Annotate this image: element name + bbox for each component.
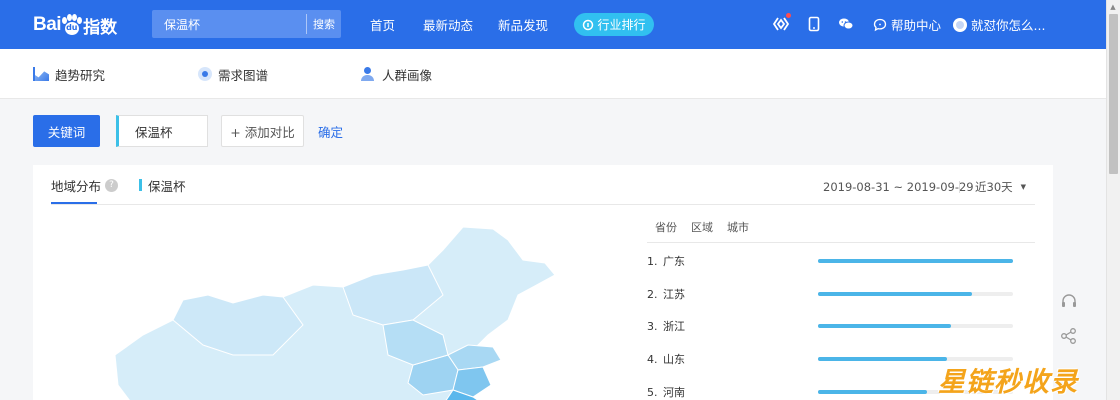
baidu-paw-icon: du [62,14,83,36]
sub-navigation: 趋势研究 需求图谱 人群画像 [0,49,1106,99]
help-question-icon[interactable]: ? [105,178,119,192]
series-legend: 保温杯 [139,165,186,205]
notification-dot [786,13,791,18]
logo-text-bai: Bai [33,14,62,35]
tab-region-distribution[interactable]: 地域分布 ? [51,165,119,205]
people-icon [360,67,376,81]
period-select[interactable]: 近30天 ▼ [975,165,1026,209]
rank-province: 浙江 [663,320,685,333]
share-icon[interactable] [1060,327,1078,345]
subnav-trend-label: 趋势研究 [55,67,106,83]
region-distribution-card: 地域分布 ? 保温杯 2019-08-31 ~ 2019-09-29 近30天 … [33,165,1053,400]
subnav-crowd-portrait[interactable]: 人群画像 [360,49,432,99]
customer-service-icon[interactable] [1060,293,1078,311]
nav-latest-news[interactable]: 最新动态 [423,0,473,49]
tab-area[interactable]: 区域 [691,219,713,235]
rank-bar-track [818,324,1013,328]
watermark-text: 星链秒收录 [938,367,1078,398]
rank-index: 5. [647,385,658,399]
rank-province: 山东 [663,353,685,366]
scroll-up-arrow-icon[interactable]: ▲ [1106,0,1120,14]
rank-bar-track [818,259,1013,263]
series-color-mark [139,179,142,191]
list-item[interactable]: 2. 江苏 [647,284,1035,304]
series-label: 保温杯 [148,178,186,194]
nav-home[interactable]: 首页 [370,0,395,49]
list-item[interactable]: 1. 广东 [647,251,1035,271]
help-center-label: 帮助中心 [891,18,942,33]
rank-bar-fill [818,292,973,296]
demand-graph-icon [198,67,212,81]
user-name: 就怼你怎么... [971,18,1046,33]
search-box[interactable]: 保温杯 搜索 [152,10,341,38]
ranking-icon [583,19,594,30]
help-center-link[interactable]: 帮助中心 [873,0,941,49]
mobile-icon[interactable] [806,16,822,32]
trend-chart-icon [33,67,49,81]
keyword-button[interactable]: 关键词 [33,115,100,147]
industry-ranking-button[interactable]: 行业排行 [574,13,654,36]
rank-province: 广东 [663,255,685,268]
rank-index: 2. [647,287,658,301]
date-divider [959,181,960,193]
avatar [953,17,967,32]
rank-index: 4. [647,352,658,366]
subnav-trend-research[interactable]: 趋势研究 [33,49,105,99]
scrollbar-thumb[interactable] [1109,14,1118,174]
date-range[interactable]: 2019-08-31 ~ 2019-09-29 [823,165,974,209]
tab-city[interactable]: 城市 [727,219,749,235]
logo-text-index: 指数 [83,17,118,38]
search-button[interactable]: 搜索 [307,16,341,32]
tab-region-label: 地域分布 [51,178,102,194]
logo-text-du: du [66,23,78,32]
top-navigation-bar: Bai du 指数 保温杯 搜索 首页 最新动态 新品发现 行业排行 帮助中心 … [0,0,1106,49]
subnav-crowd-label: 人群画像 [382,67,433,83]
rank-bar-fill [818,324,951,328]
user-menu[interactable]: 就怼你怎么... [953,0,1045,49]
rank-bar-fill [818,357,947,361]
keyword-input[interactable]: 保温杯 [116,115,208,147]
baidu-index-logo[interactable]: Bai du 指数 [33,10,117,40]
region-list-divider [647,242,1035,243]
industry-ranking-label: 行业排行 [597,18,646,32]
vip-diamond-icon[interactable] [773,16,789,32]
subnav-demand-label: 需求图谱 [218,67,269,83]
rank-province: 江苏 [663,288,685,301]
chevron-down-icon: ▼ [1020,183,1027,191]
help-bubble-icon [873,18,887,31]
region-type-tabs: 省份 区域 城市 [655,215,749,239]
add-compare-button[interactable]: + 添加对比 [221,115,304,147]
nav-new-products[interactable]: 新品发现 [498,0,548,49]
rank-province: 河南 [663,386,685,399]
rank-bar-track [818,292,1013,296]
rank-bar-fill [818,259,1013,263]
tab-province[interactable]: 省份 [655,219,677,235]
subnav-demand-graph[interactable]: 需求图谱 [198,49,268,99]
card-header-divider [51,204,1035,205]
confirm-link[interactable]: 确定 [318,115,343,147]
period-value: 近30天 [975,180,1013,194]
list-item[interactable]: 3. 浙江 [647,316,1035,336]
wechat-icon[interactable] [838,16,854,32]
rank-index: 1. [647,254,658,268]
rank-index: 3. [647,319,658,333]
rank-bar-fill [818,390,928,394]
search-input[interactable]: 保温杯 [152,16,306,33]
china-region-map[interactable] [113,225,573,400]
